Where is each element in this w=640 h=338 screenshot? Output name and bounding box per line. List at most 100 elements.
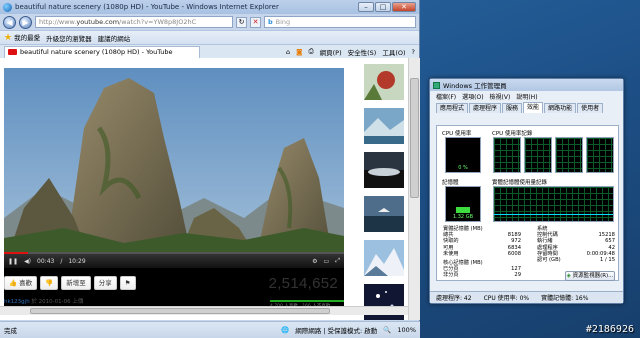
close-button[interactable]: ✕: [392, 2, 416, 12]
tm-tab[interactable]: 應用程式: [436, 103, 469, 113]
flag-button[interactable]: ⚑: [119, 276, 136, 290]
search-placeholder: Bing: [275, 18, 291, 26]
status-mem: 實體記憶體: 16%: [541, 295, 589, 302]
tm-menu-item[interactable]: 檢視(V): [490, 92, 511, 101]
cpu-history-label: CPU 使用率記錄: [492, 131, 533, 137]
stat-row: 非分頁 29: [443, 272, 521, 278]
zone-text: 網際網路 | 受保護模式: 啟動: [295, 327, 378, 335]
horizontal-scrollbar[interactable]: [0, 306, 408, 315]
forward-button[interactable]: ▶: [19, 15, 32, 29]
favorites-button[interactable]: ★ 我的最愛: [4, 32, 40, 43]
back-button[interactable]: ◀: [3, 15, 16, 29]
cmd-page[interactable]: 網頁(P): [320, 47, 342, 57]
related-thumbnail[interactable]: [364, 240, 404, 276]
youtube-favicon-icon: [8, 49, 17, 55]
time-current: 00:43: [37, 257, 55, 265]
rss-icon[interactable]: ◙: [296, 48, 302, 56]
favorites-bar: ★ 我的最愛 升級您的瀏覽器 建議的網站: [0, 30, 419, 44]
fullscreen-icon[interactable]: ⤢: [335, 257, 340, 265]
upload-date: 於 2010-01-06 上傳: [31, 299, 84, 305]
minimize-button[interactable]: –: [358, 2, 374, 12]
popout-icon[interactable]: ▭: [324, 258, 330, 265]
status-cpu: CPU 使用率: 0%: [483, 295, 530, 302]
tm-status-bar: 處理程序: 42 CPU 使用率: 0% 實體記憶體: 16%: [430, 291, 623, 303]
pause-icon[interactable]: ❚❚: [8, 258, 18, 265]
ie-window: beautiful nature scenery (1080p HD) - Yo…: [0, 0, 420, 338]
globe-icon: 🌐: [281, 326, 290, 334]
zoom-icon[interactable]: 🔍: [383, 326, 391, 334]
volume-icon[interactable]: ◀): [24, 258, 31, 265]
fav-item-suggested[interactable]: 建議的網站: [98, 33, 131, 43]
stat-value: 29: [514, 272, 521, 279]
cpu-history-graph-4: [586, 137, 614, 173]
related-thumbnail[interactable]: [364, 152, 404, 188]
maximize-button[interactable]: □: [375, 2, 391, 12]
dislike-button[interactable]: 👎: [40, 276, 59, 290]
tm-title: Windows 工作管理員: [443, 82, 507, 90]
stat-row: 未使用 6008: [443, 251, 521, 257]
help-icon[interactable]: ?: [412, 48, 415, 56]
video-controls: ❚❚ ◀) 00:43 / 10:29 ⚙ ▭ ⤢: [4, 254, 344, 268]
cmd-tools[interactable]: 工具(O): [382, 47, 405, 57]
tm-tab[interactable]: 處理程序: [469, 103, 502, 113]
memory-history-line: [494, 214, 613, 215]
physical-memory-stats: 實體記憶體 (MB) 總共 8189 快取的 972 可用 6834 未使用 6008 核心記…: [443, 226, 521, 279]
tm-tab[interactable]: 服務: [502, 103, 523, 113]
refresh-button[interactable]: ↻: [236, 16, 247, 28]
scroll-thumb[interactable]: [410, 78, 419, 198]
resource-monitor-button[interactable]: ◈ 資源監視器(R)...: [565, 271, 615, 281]
uploader-link[interactable]: hk123gjh: [4, 299, 30, 305]
related-thumbnail[interactable]: [364, 64, 404, 100]
view-count: 2,514,652: [268, 274, 338, 292]
vertical-scrollbar[interactable]: [408, 58, 420, 320]
bing-icon: b: [268, 18, 273, 26]
cmd-safety[interactable]: 安全性(S): [348, 47, 377, 57]
add-to-button[interactable]: 新增至: [61, 276, 91, 290]
task-manager-window: Windows 工作管理員 檔案(F) 選項(O) 檢視(V) 說明(H) 應用程式處…: [429, 78, 624, 304]
tm-tab[interactable]: 網路功能: [544, 103, 577, 113]
tm-menu-item[interactable]: 選項(O): [462, 92, 483, 101]
memory-label: 記憶體: [442, 180, 459, 186]
fav-item-upgrade[interactable]: 升級您的瀏覽器: [46, 33, 92, 43]
like-button[interactable]: 👍 喜歡: [4, 276, 38, 290]
ie-window-title: beautiful nature scenery (1080p HD) - Yo…: [15, 3, 279, 11]
related-thumbnail[interactable]: [364, 196, 404, 232]
share-button[interactable]: 分享: [93, 276, 117, 290]
stat-label: 認可 (GB): [537, 257, 561, 264]
memory-fill: [456, 207, 470, 213]
ie-window-controls: – □ ✕: [358, 2, 416, 12]
tab-youtube[interactable]: beautiful nature scenery (1080p HD) - Yo…: [4, 45, 200, 58]
time-total: 10:29: [68, 257, 86, 265]
tm-menu-item[interactable]: 檔案(F): [436, 92, 456, 101]
stop-button[interactable]: ✕: [250, 16, 261, 28]
cpu-history-graph-3: [555, 137, 583, 173]
settings-icon[interactable]: ⚙: [312, 258, 317, 265]
memory-value: 1.32 GB: [452, 214, 474, 220]
stat-label: 未使用: [443, 250, 459, 257]
resmon-label: 資源監視器(R)...: [572, 273, 614, 279]
home-icon[interactable]: ⌂: [286, 48, 290, 56]
hscroll-thumb[interactable]: [30, 308, 330, 314]
star-icon: ★: [4, 33, 13, 43]
url-domain: youtube.com: [76, 18, 120, 26]
status-text: 完成: [4, 327, 17, 335]
cpu-history-graph-2: [524, 137, 552, 173]
cpu-history-graph-1: [493, 137, 521, 173]
related-thumbnail[interactable]: [364, 108, 404, 144]
upload-info: hk123gjh 於 2010-01-06 上傳: [4, 297, 83, 305]
zoom-level[interactable]: 100%: [397, 326, 416, 334]
stat-label: 非分頁: [443, 272, 459, 279]
address-bar[interactable]: http://www. youtube.com/watch?v=YW8p8JO2h…: [35, 16, 233, 28]
cpu-usage-label: CPU 使用率: [442, 131, 472, 137]
print-icon[interactable]: ⎙: [308, 47, 313, 56]
related-videos: [362, 58, 408, 320]
ie-logo-icon: [3, 2, 12, 12]
tm-tab[interactable]: 效能: [523, 102, 544, 113]
ie-status-bar: 完成 🌐 網際網路 | 受保護模式: 啟動 🔍 100%: [0, 321, 420, 338]
memory-history-graph: [493, 186, 614, 222]
tm-menu-item[interactable]: 說明(H): [516, 92, 537, 101]
tm-tab[interactable]: 使用者: [577, 103, 604, 113]
search-box[interactable]: b Bing: [264, 16, 416, 28]
stat-row: 認可 (GB) 1 / 15: [537, 257, 615, 263]
like-label: 喜歡: [19, 279, 33, 287]
